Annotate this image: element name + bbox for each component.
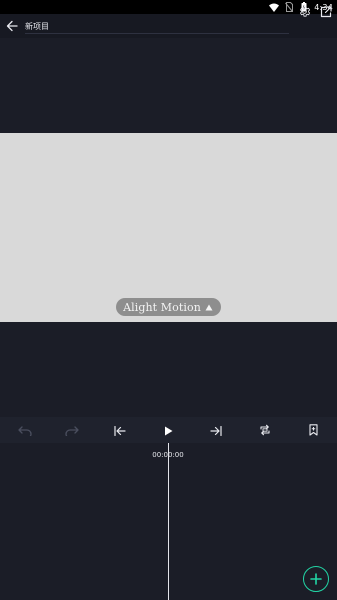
export-button[interactable] bbox=[318, 3, 334, 21]
play-button[interactable] bbox=[159, 421, 177, 439]
play-icon bbox=[164, 421, 173, 440]
back-button[interactable] bbox=[2, 14, 22, 38]
bookmark-icon bbox=[308, 421, 318, 440]
status-bar: 4:34 bbox=[0, 0, 337, 14]
skip-to-end-icon bbox=[210, 421, 222, 440]
no-sim-icon bbox=[284, 2, 294, 12]
settings-button[interactable] bbox=[296, 3, 312, 21]
arrow-left-icon bbox=[6, 17, 18, 36]
loop-button[interactable] bbox=[256, 421, 274, 439]
undo-icon bbox=[18, 421, 32, 440]
skip-to-end-button[interactable] bbox=[207, 421, 225, 439]
bookmark-button[interactable] bbox=[304, 421, 322, 439]
playback-toolbar bbox=[0, 417, 337, 443]
gear-icon bbox=[298, 3, 311, 22]
wifi-icon bbox=[269, 2, 280, 12]
watermark-label: Alight Motion bbox=[123, 300, 201, 314]
redo-icon bbox=[65, 421, 79, 440]
project-title-field[interactable]: 新项目 bbox=[25, 14, 293, 38]
skip-to-start-button[interactable] bbox=[111, 421, 129, 439]
project-canvas[interactable] bbox=[0, 133, 337, 322]
skip-to-start-icon bbox=[114, 421, 126, 440]
title-underline bbox=[25, 33, 289, 34]
undo-button[interactable] bbox=[16, 421, 34, 439]
playhead-line[interactable] bbox=[168, 443, 169, 600]
app-root: 4:34 新项目 Alight Motion bbox=[0, 0, 337, 600]
plus-icon bbox=[310, 570, 322, 589]
redo-button[interactable] bbox=[63, 421, 81, 439]
triangle-up-icon bbox=[204, 302, 214, 312]
project-title: 新项目 bbox=[25, 21, 49, 31]
watermark-badge[interactable]: Alight Motion bbox=[116, 298, 221, 316]
add-layer-button[interactable] bbox=[303, 566, 329, 592]
loop-icon bbox=[259, 421, 271, 440]
share-icon bbox=[320, 3, 332, 22]
top-app-bar: 新项目 bbox=[0, 14, 337, 38]
